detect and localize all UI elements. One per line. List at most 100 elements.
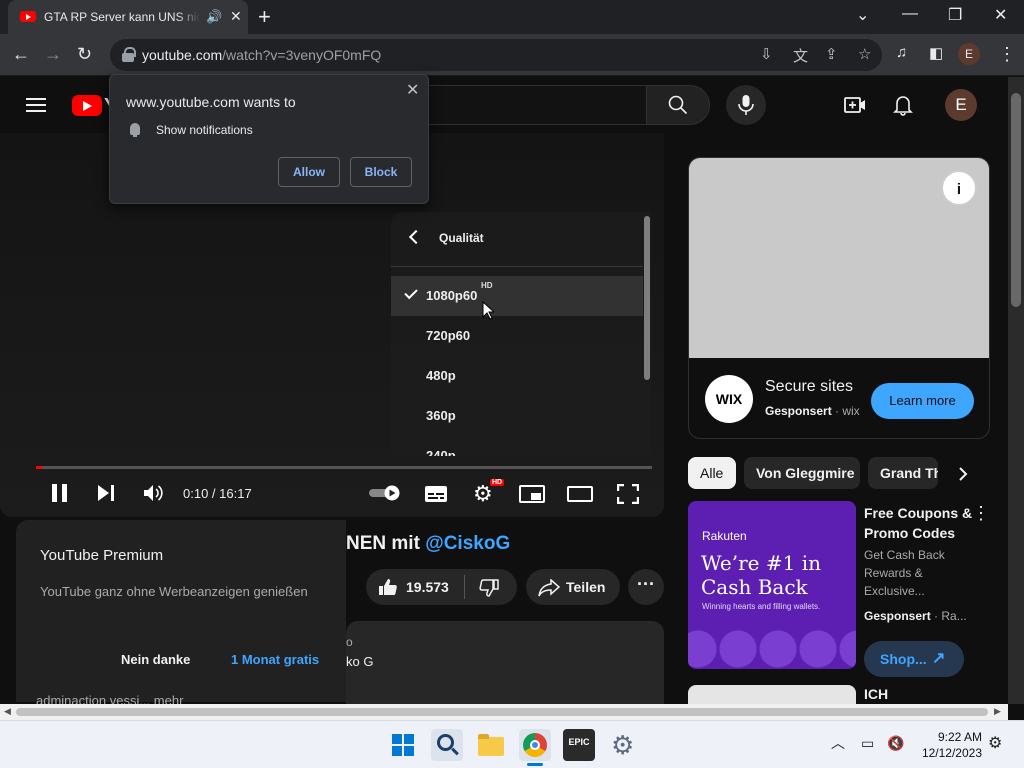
- youtube-logo[interactable]: [72, 95, 102, 116]
- side-panel-icon[interactable]: ◧: [929, 44, 943, 62]
- url-text[interactable]: youtube.com/watch?v=3venyOF0mFQ: [142, 47, 381, 63]
- premium-text: YouTube ganz ohne Werbeanzeigen genießen: [40, 584, 308, 599]
- quality-option-480p[interactable]: 480p: [391, 356, 643, 396]
- chip-grand-theft[interactable]: Grand Th: [868, 457, 938, 489]
- show-hidden-icons-icon[interactable]: ︿: [831, 733, 845, 753]
- create-video-icon[interactable]: [844, 96, 866, 114]
- restore-button[interactable]: ❐: [948, 5, 962, 25]
- learn-more-button[interactable]: Learn more: [871, 383, 974, 419]
- notification-center-icon[interactable]: ⚙: [988, 733, 1002, 753]
- ad-headline[interactable]: Secure sites: [765, 378, 853, 396]
- video-title-text: NEN mit: [346, 533, 426, 554]
- profile-avatar[interactable]: E: [958, 43, 980, 65]
- miniplayer-icon[interactable]: [519, 485, 545, 503]
- back-button[interactable]: ←: [12, 44, 30, 65]
- scrollbar-thumb[interactable]: [16, 708, 988, 716]
- speaker-icon[interactable]: 🔊: [206, 9, 222, 25]
- share-button[interactable]: Teilen: [526, 569, 620, 605]
- vertical-scrollbar[interactable]: [1008, 77, 1024, 704]
- install-app-icon[interactable]: ⇩: [760, 45, 773, 63]
- video-title-next[interactable]: ICH: [864, 686, 888, 702]
- voice-search-button[interactable]: [726, 85, 766, 125]
- quality-option-240p[interactable]: 240p: [391, 436, 643, 456]
- chip-von-gleggmire[interactable]: Von Gleggmire: [744, 457, 860, 489]
- promo-description: Get Cash Back Rewards & Exclusive...: [864, 548, 945, 598]
- thumbs-down-icon[interactable]: [479, 579, 499, 597]
- quality-option-1080p60[interactable]: 1080p60 HD: [391, 276, 643, 316]
- volume-icon[interactable]: [143, 483, 165, 503]
- channel-tag-link[interactable]: @CiskoG: [425, 533, 510, 554]
- chevron-right-icon[interactable]: [958, 467, 968, 481]
- video-thumbnail[interactable]: [688, 685, 856, 705]
- browser-tab[interactable]: GTA RP Server kann UNS nicht 🔊 ✕: [8, 0, 248, 34]
- close-window-button[interactable]: ✕: [994, 5, 1007, 25]
- next-video-icon[interactable]: [97, 483, 115, 503]
- volume-muted-icon[interactable]: 🔇: [887, 735, 904, 752]
- advertiser-logo[interactable]: WIX: [705, 375, 753, 423]
- video-title: NEN mit @CiskoG: [346, 533, 510, 555]
- subtitles-icon[interactable]: [424, 485, 448, 503]
- search-input[interactable]: [428, 85, 646, 125]
- time-display: 0:10 / 16:17: [183, 486, 252, 501]
- promo-title[interactable]: Free Coupons & Promo Codes: [864, 503, 974, 543]
- forward-button[interactable]: →: [44, 44, 62, 65]
- clock[interactable]: 9:22 AM 12/12/2023: [918, 729, 982, 761]
- minimize-button[interactable]: —: [902, 5, 918, 23]
- thumbs-up-icon[interactable]: [378, 578, 398, 596]
- quality-menu-scrollbar[interactable]: [644, 216, 650, 380]
- horizontal-scrollbar[interactable]: ◀ ▶: [0, 704, 1008, 720]
- scrollbar-thumb[interactable]: [1011, 93, 1021, 307]
- more-actions-icon[interactable]: ···: [628, 569, 664, 605]
- info-icon[interactable]: i: [941, 170, 977, 206]
- chip-all[interactable]: Alle: [688, 457, 736, 489]
- free-trial-button[interactable]: 1 Monat gratis: [231, 652, 319, 667]
- scroll-right-icon[interactable]: ▶: [994, 706, 1001, 717]
- reload-button[interactable]: ↻: [77, 44, 92, 65]
- promo-ad-image[interactable]: Rakuten We’re #1 in Cash Back Winning he…: [688, 501, 856, 669]
- new-tab-button[interactable]: +: [258, 4, 271, 30]
- settings-icon[interactable]: ⚙: [607, 729, 639, 761]
- epic-games-icon[interactable]: EPIC: [563, 729, 595, 761]
- close-tab-icon[interactable]: ✕: [230, 8, 242, 25]
- fullscreen-icon[interactable]: [617, 484, 639, 504]
- share-label: Teilen: [566, 579, 606, 595]
- autoplay-toggle[interactable]: [368, 485, 402, 501]
- tab-search-icon[interactable]: ⌄: [856, 5, 869, 25]
- progress-bar[interactable]: [36, 466, 652, 469]
- quality-menu-title: Qualität: [439, 231, 484, 245]
- lock-icon[interactable]: [122, 47, 136, 62]
- chrome-menu-icon[interactable]: ⋮: [998, 44, 1016, 65]
- start-menu-icon[interactable]: [387, 729, 419, 761]
- description-box[interactable]: o ko G: [346, 621, 664, 711]
- account-avatar[interactable]: E: [945, 89, 977, 121]
- theater-mode-icon[interactable]: [567, 486, 593, 502]
- notifications-bell-icon[interactable]: [893, 94, 913, 116]
- close-icon[interactable]: ✕: [406, 80, 419, 100]
- allow-button[interactable]: Allow: [278, 157, 340, 187]
- quality-menu-header[interactable]: Qualität: [391, 212, 643, 267]
- address-bar[interactable]: youtube.com/watch?v=3venyOF0mFQ ⇩ 文 ⇪ ☆: [110, 39, 882, 71]
- media-controls-icon[interactable]: ♫: [896, 44, 907, 61]
- quality-option-720p60[interactable]: 720p60: [391, 316, 643, 356]
- more-options-icon[interactable]: ⋮: [972, 503, 990, 524]
- share-icon[interactable]: ⇪: [825, 45, 838, 63]
- block-button[interactable]: Block: [350, 157, 412, 187]
- decline-button[interactable]: Nein danke: [121, 652, 190, 667]
- menu-icon[interactable]: [26, 98, 46, 112]
- chrome-icon[interactable]: [519, 729, 551, 761]
- scroll-left-icon[interactable]: ◀: [4, 706, 11, 717]
- translate-icon[interactable]: 文: [793, 45, 808, 66]
- pause-icon[interactable]: [51, 483, 69, 503]
- back-chevron-icon[interactable]: [408, 229, 424, 245]
- file-explorer-icon[interactable]: [475, 729, 507, 761]
- shop-now-button[interactable]: Shop... ↗: [864, 641, 964, 677]
- like-count[interactable]: 19.573: [406, 579, 449, 595]
- network-icon[interactable]: ▭: [861, 735, 874, 752]
- sidebar-ad[interactable]: i WIX Secure sites Gesponsert · wix Lear…: [688, 157, 990, 439]
- promo-brand: Rakuten: [702, 529, 747, 543]
- bookmark-star-icon[interactable]: ☆: [858, 45, 871, 63]
- advertiser-name: · wix: [831, 404, 860, 418]
- search-button[interactable]: [646, 85, 710, 125]
- search-icon[interactable]: [431, 729, 463, 761]
- quality-option-360p[interactable]: 360p: [391, 396, 643, 436]
